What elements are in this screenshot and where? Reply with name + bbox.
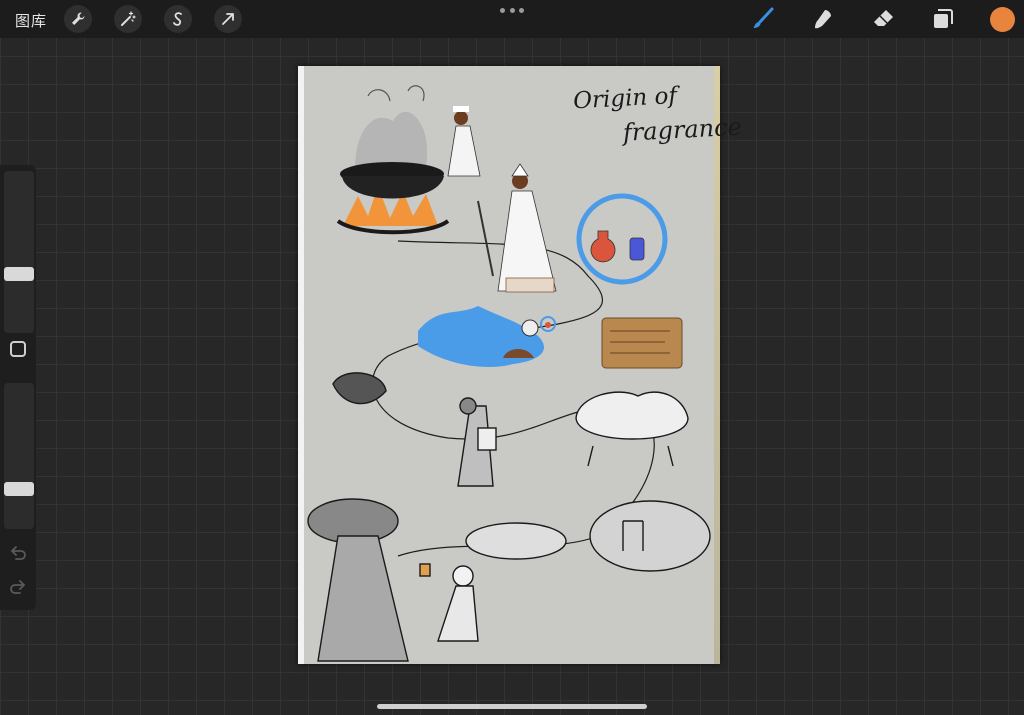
opacity-thumb[interactable] (4, 482, 34, 496)
top-toolbar: 图库 (0, 0, 1024, 38)
color-swatch[interactable] (990, 7, 1015, 32)
gallery-button[interactable]: 图库 (15, 10, 47, 31)
brush-icon (753, 7, 774, 28)
transform-button[interactable] (214, 5, 242, 33)
bottom-figures (307, 498, 479, 662)
cauldron-drawing (336, 85, 450, 235)
actions-button[interactable] (64, 5, 92, 33)
more-options-dots[interactable] (500, 4, 524, 16)
parchment-drawing (601, 317, 683, 369)
layers-button[interactable] (930, 6, 956, 32)
redo-icon[interactable] (9, 577, 27, 595)
robed-figures (447, 106, 557, 293)
bottles-highlight (576, 193, 668, 285)
left-sidebar (0, 165, 36, 610)
home-indicator[interactable] (377, 704, 647, 709)
canvas-title: Origin of fragrance (572, 76, 743, 153)
middle-sketches (332, 372, 711, 572)
adjustments-button[interactable] (114, 5, 142, 33)
blue-flower-drawing (418, 306, 556, 367)
eraser-icon (874, 10, 893, 26)
magic-wand-icon (121, 11, 136, 26)
selection-icon (173, 12, 182, 26)
smudge-icon (815, 10, 831, 29)
selection-button[interactable] (164, 5, 192, 33)
smudge-button[interactable] (810, 6, 836, 32)
sketch-artwork (307, 85, 711, 662)
undo-icon[interactable] (9, 543, 27, 561)
layers-icon (934, 9, 953, 28)
opacity-slider[interactable] (4, 383, 34, 529)
brush-size-thumb[interactable] (4, 267, 34, 281)
eraser-button[interactable] (870, 6, 896, 32)
wrench-icon (72, 12, 85, 25)
brush-size-slider[interactable] (4, 171, 34, 333)
transform-arrow-icon (222, 13, 234, 25)
drawing-canvas[interactable]: Origin of fragrance (298, 66, 742, 664)
modify-button[interactable] (10, 341, 26, 357)
brush-button[interactable] (750, 6, 776, 32)
